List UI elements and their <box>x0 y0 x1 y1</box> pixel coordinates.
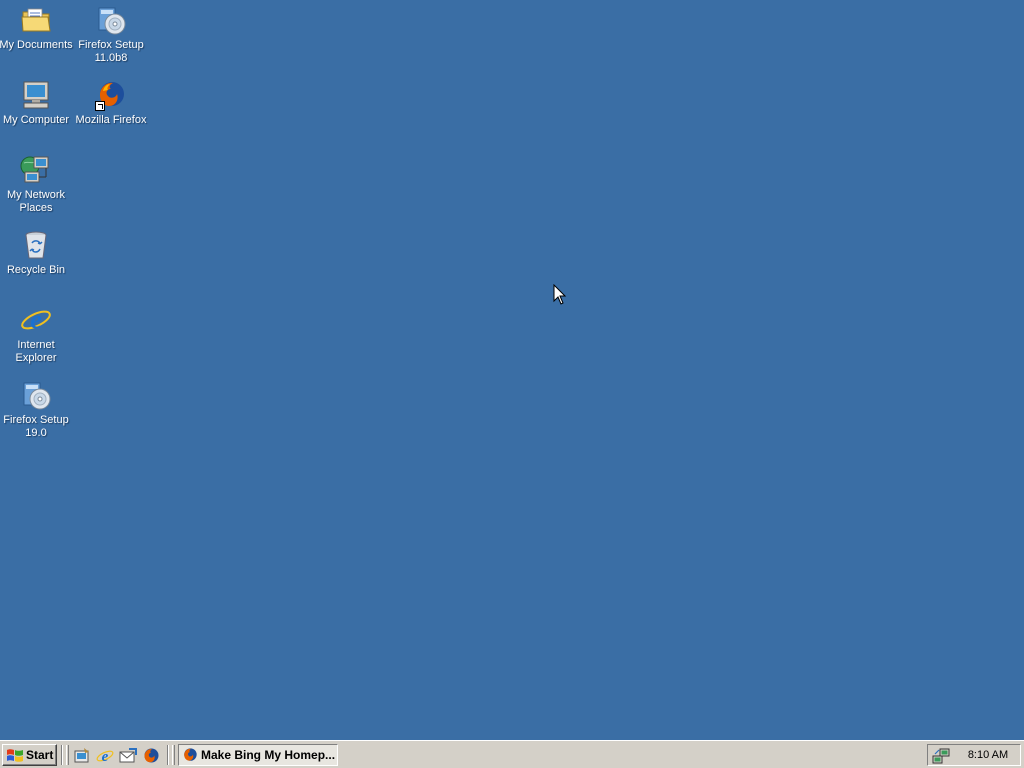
shortcut-arrow-icon <box>95 101 105 111</box>
outlook-express-icon[interactable] <box>119 747 137 765</box>
desktop-icon-label: Mozilla Firefox <box>75 114 147 126</box>
desktop-icon-label: Internet Explorer <box>15 339 57 364</box>
installer-cd-icon <box>95 4 127 36</box>
desktop-icon-firefox-setup-19[interactable]: Firefox Setup 19.0 <box>0 377 74 440</box>
desktop-icon-label: My Network Places <box>6 189 66 214</box>
installer-cd-icon <box>20 379 52 411</box>
desktop-icon-firefox-setup-11[interactable]: Firefox Setup 11.0b8 <box>73 2 149 65</box>
start-label: Start <box>26 748 54 762</box>
task-button-firefox[interactable]: Make Bing My Homep... <box>178 744 338 766</box>
computer-icon <box>20 79 52 111</box>
desktop-icon-recycle-bin[interactable]: Recycle Bin <box>0 227 74 277</box>
folder-documents-icon <box>20 4 52 36</box>
firefox-icon <box>95 79 127 111</box>
desktop-icon-label: My Computer <box>2 114 70 126</box>
svg-text:e: e <box>30 305 42 334</box>
system-tray: 8:10 AM <box>927 744 1021 766</box>
firefox-icon[interactable] <box>142 747 160 765</box>
quick-launch-grip[interactable] <box>66 745 69 765</box>
windows-logo-icon <box>7 749 23 762</box>
clock[interactable]: 8:10 AM <box>958 749 1018 761</box>
task-area-grip[interactable] <box>172 745 175 765</box>
desktop[interactable]: My Documents Firefox Setup 11.0b8 My Com… <box>0 0 1024 740</box>
desktop-icon-label: Recycle Bin <box>6 264 66 276</box>
desktop-icon-mozilla-firefox[interactable]: Mozilla Firefox <box>73 77 149 127</box>
desktop-icon-label: Firefox Setup 11.0b8 <box>78 39 144 64</box>
desktop-icon-my-documents[interactable]: My Documents <box>0 2 74 52</box>
desktop-icon-my-network-places[interactable]: My Network Places <box>0 152 74 215</box>
firefox-icon <box>184 748 197 761</box>
start-button[interactable]: Start <box>2 744 57 766</box>
desktop-icon-label: My Documents <box>0 39 73 51</box>
taskbar-separator <box>167 745 169 765</box>
show-desktop-icon[interactable] <box>73 747 91 765</box>
recycle-bin-icon <box>20 229 52 261</box>
desktop-icon-my-computer[interactable]: My Computer <box>0 77 74 127</box>
task-button-label: Make Bing My Homep... <box>201 748 336 762</box>
desktop-icon-internet-explorer[interactable]: e Internet Explorer <box>0 302 74 365</box>
internet-explorer-icon[interactable]: e <box>96 747 114 765</box>
network-connection-icon[interactable] <box>932 747 950 765</box>
mouse-pointer-icon <box>553 284 567 305</box>
internet-explorer-icon: e <box>20 304 52 336</box>
taskbar-separator <box>61 745 63 765</box>
network-places-icon <box>20 154 52 186</box>
svg-text:e: e <box>102 749 109 765</box>
taskbar: Start e Make Bing My Homep... 8:10 AM <box>0 740 1024 768</box>
desktop-icon-label: Firefox Setup 19.0 <box>3 414 69 439</box>
